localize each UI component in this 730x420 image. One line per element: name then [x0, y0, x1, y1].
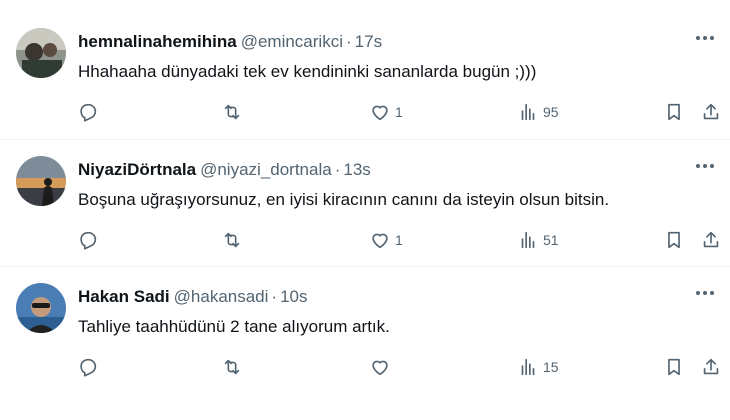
- user-handle[interactable]: @niyazi_dortnala: [200, 160, 332, 179]
- like-button[interactable]: 1: [369, 100, 403, 124]
- retweet-button[interactable]: [221, 228, 243, 252]
- views-icon: [517, 101, 539, 123]
- heart-icon: [369, 229, 391, 251]
- reply-button[interactable]: [77, 100, 99, 124]
- view-count: 15: [543, 359, 559, 375]
- share-button[interactable]: [700, 228, 722, 252]
- heart-icon: [369, 101, 391, 123]
- action-bar: 1 51: [0, 228, 730, 252]
- view-count: 95: [543, 104, 559, 120]
- view-count: 51: [543, 232, 559, 248]
- display-name[interactable]: Hakan Sadi: [78, 287, 170, 306]
- display-name[interactable]: hemnalinahemihina: [78, 32, 237, 51]
- retweet-button[interactable]: [221, 355, 243, 379]
- tweet[interactable]: NiyaziDörtnala @niyazi_dortnala · 13s Boşun…: [0, 139, 730, 265]
- share-icon: [700, 101, 722, 123]
- tweet-header: NiyaziDörtnala @niyazi_dortnala · 13s: [78, 160, 371, 180]
- retweet-button[interactable]: [221, 100, 243, 124]
- bookmark-icon: [663, 101, 685, 123]
- like-count: 1: [395, 232, 403, 248]
- avatar[interactable]: [16, 28, 66, 78]
- reply-icon: [77, 356, 99, 378]
- bookmark-button[interactable]: [663, 355, 685, 379]
- user-handle[interactable]: @emincarikci: [241, 32, 343, 51]
- user-handle[interactable]: @hakansadi: [174, 287, 269, 306]
- share-icon: [700, 356, 722, 378]
- avatar[interactable]: [16, 156, 66, 206]
- tweet-header: hemnalinahemihina @emincarikci · 17s: [78, 32, 382, 52]
- views-button[interactable]: 95: [517, 100, 559, 124]
- heart-icon: [369, 356, 391, 378]
- like-button[interactable]: [369, 355, 395, 379]
- separator-dot: ·: [345, 32, 352, 51]
- bookmark-icon: [663, 356, 685, 378]
- tweet-header: Hakan Sadi @hakansadi · 10s: [78, 287, 308, 307]
- share-button[interactable]: [700, 100, 722, 124]
- bookmark-button[interactable]: [663, 228, 685, 252]
- tweet-text: Tahliye taahhüdünü 2 tane alıyorum artık…: [78, 317, 390, 336]
- display-name[interactable]: NiyaziDörtnala: [78, 160, 196, 179]
- tweet[interactable]: hemnalinahemihina @emincarikci · 17s Hhahaa…: [0, 12, 730, 138]
- action-bar: 1 95: [0, 100, 730, 124]
- separator-dot: ·: [334, 160, 341, 179]
- tweet[interactable]: Hakan Sadi @hakansadi · 10s Tahliye taahhüd…: [0, 266, 730, 392]
- more-icon[interactable]: [692, 28, 718, 48]
- share-icon: [700, 229, 722, 251]
- reply-button[interactable]: [77, 228, 99, 252]
- like-button[interactable]: 1: [369, 228, 403, 252]
- share-button[interactable]: [700, 355, 722, 379]
- like-count: 1: [395, 104, 403, 120]
- reply-button[interactable]: [77, 355, 99, 379]
- separator-dot: ·: [271, 287, 278, 306]
- timestamp[interactable]: 17s: [355, 32, 382, 51]
- more-icon[interactable]: [692, 283, 718, 303]
- avatar[interactable]: [16, 283, 66, 333]
- tweet-text: Boşuna uğraşıyorsunuz, en iyisi kiracını…: [78, 190, 610, 209]
- timestamp[interactable]: 13s: [343, 160, 370, 179]
- views-icon: [517, 229, 539, 251]
- more-icon[interactable]: [692, 156, 718, 176]
- timestamp[interactable]: 10s: [280, 287, 307, 306]
- reply-icon: [77, 101, 99, 123]
- retweet-icon: [221, 356, 243, 378]
- bookmark-icon: [663, 229, 685, 251]
- views-button[interactable]: 51: [517, 228, 559, 252]
- tweet-text: Hhahaaha dünyadaki tek ev kendininki san…: [78, 62, 537, 81]
- views-icon: [517, 356, 539, 378]
- action-bar: 15: [0, 355, 730, 379]
- retweet-icon: [221, 229, 243, 251]
- reply-icon: [77, 229, 99, 251]
- views-button[interactable]: 15: [517, 355, 559, 379]
- bookmark-button[interactable]: [663, 100, 685, 124]
- retweet-icon: [221, 101, 243, 123]
